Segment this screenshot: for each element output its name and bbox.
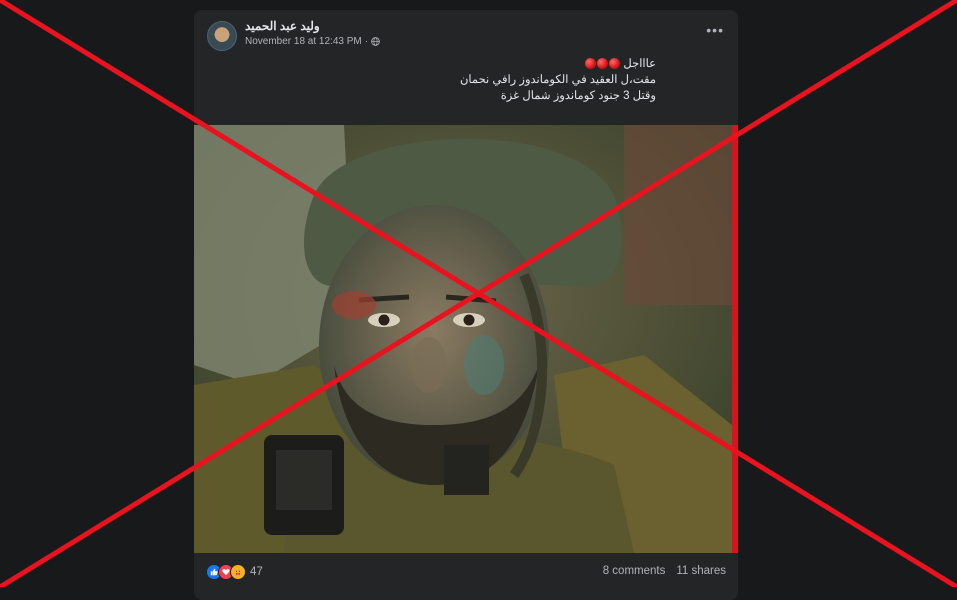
post-photo[interactable] (194, 125, 732, 553)
post-footer: 47 8 comments 11 shares (194, 553, 738, 600)
red-circle-icon (585, 58, 597, 70)
more-options-icon[interactable]: ••• (706, 22, 724, 38)
soldier-photo-illustration (194, 125, 732, 553)
post-meta: November 18 at 12:43 PM · (245, 36, 380, 47)
post-stats: 8 comments 11 shares (603, 565, 726, 577)
globe-icon (371, 37, 380, 46)
red-circle-icon (609, 58, 621, 70)
post-timestamp[interactable]: November 18 at 12:43 PM (245, 36, 362, 47)
post-text: عاااجل مقت،ل العقيد في الكوماندوز رافي ن… (276, 56, 656, 104)
post-card: وليد عبد الحميد November 18 at 12:43 PM … (194, 10, 738, 600)
urgent-dots (585, 58, 621, 70)
post-line-urgent: عاااجل (276, 56, 656, 72)
post-line-2: مقت،ل العقيد في الكوماندوز رافي نحمان (459, 74, 656, 86)
post-line-1: عاااجل (623, 58, 656, 70)
reactions-summary[interactable]: 47 (206, 564, 263, 580)
photo-edge (732, 125, 738, 553)
shares-count[interactable]: 11 shares (676, 565, 726, 577)
red-circle-icon (597, 58, 609, 70)
author-name[interactable]: وليد عبد الحميد (245, 19, 320, 33)
care-icon (230, 564, 246, 580)
reactions-count[interactable]: 47 (250, 566, 263, 578)
post-line-3: وقتل 3 جنود كوماندوز شمال غزة (500, 90, 656, 102)
comments-count[interactable]: 8 comments (603, 565, 666, 577)
author-avatar[interactable] (207, 21, 237, 51)
meta-separator: · (364, 36, 369, 47)
